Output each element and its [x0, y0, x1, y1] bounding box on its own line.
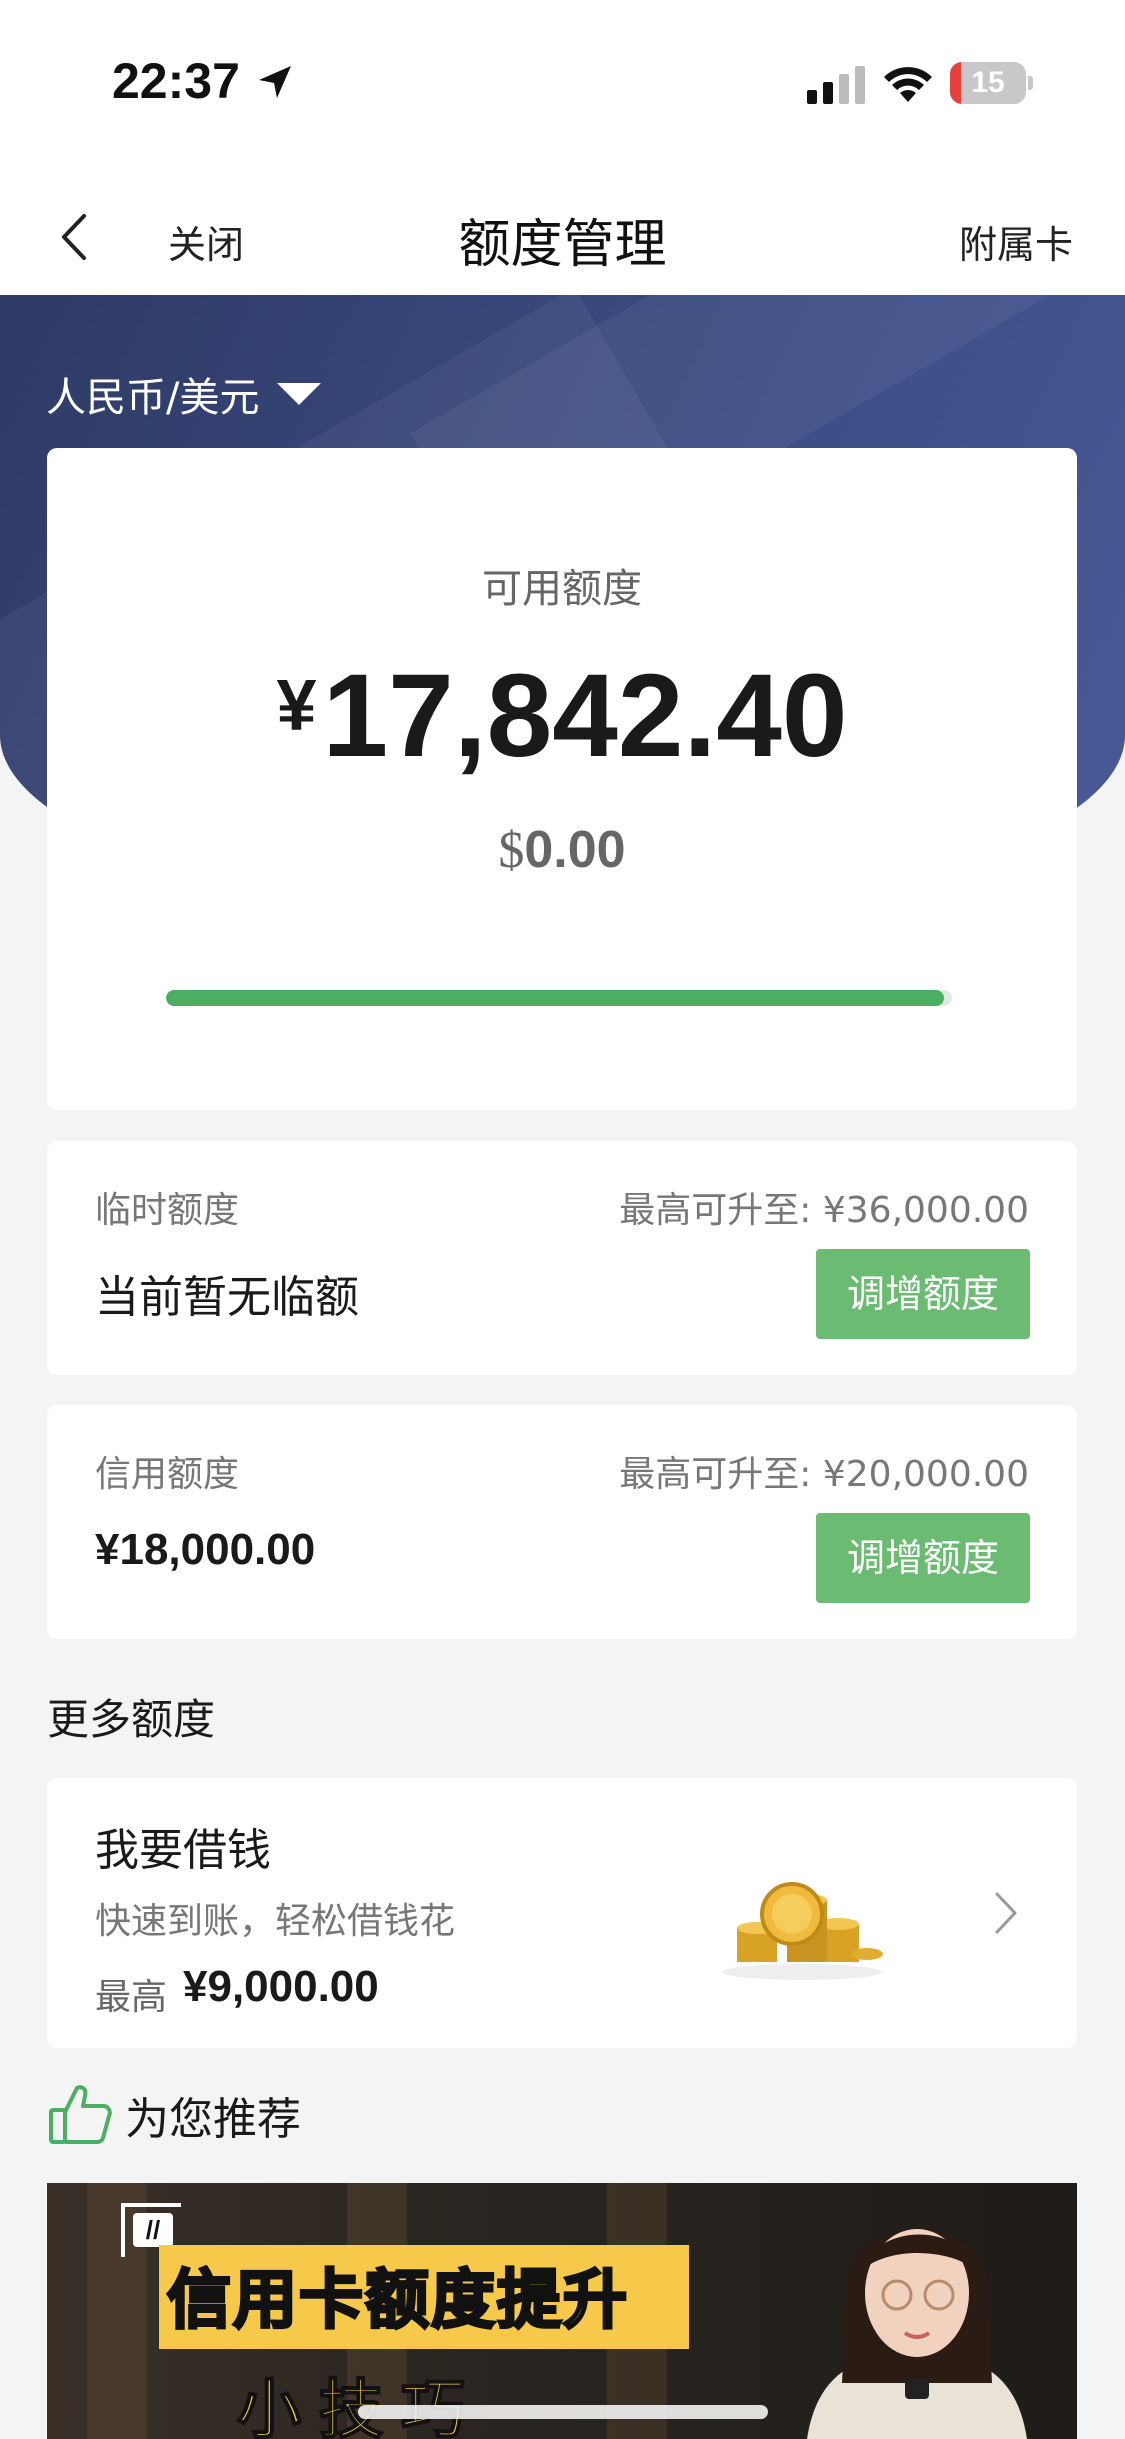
raise-credit-limit-button[interactable]: 调增额度 — [816, 1513, 1030, 1603]
currency-selector[interactable]: 人民币/美元 — [46, 365, 322, 423]
banner-logo-icon: // — [133, 2213, 173, 2247]
recommend-title: 为您推荐 — [125, 2094, 301, 2145]
available-usd-amount: $0.00 — [47, 820, 1077, 880]
temp-limit-value: 当前暂无临额 — [95, 1272, 359, 1323]
thumbs-up-icon — [49, 2085, 112, 2144]
battery-level: 15 — [971, 66, 1005, 99]
banner-headline: 信用卡额度提升 — [166, 2263, 629, 2340]
usd-value: 0.00 — [524, 821, 626, 879]
battery-body: 15 — [950, 62, 1026, 104]
limit-progress-bar — [166, 990, 952, 1006]
presenter-image — [807, 2229, 1027, 2439]
gold-coins-icon — [722, 1882, 883, 1980]
currency-selector-label: 人民币/美元 — [46, 375, 260, 421]
available-limit-label: 可用额度 — [482, 566, 642, 612]
recommend-header: 为您推荐 — [47, 2082, 301, 2148]
cny-symbol: ¥ — [276, 666, 317, 746]
credit-limit-label: 信用额度 — [95, 1454, 240, 1495]
available-limit-card: 可用额度 ¥17,842.40 $0.00 — [47, 448, 1077, 1110]
caret-down-icon — [277, 383, 322, 405]
credit-limit-card: 信用额度 最高可升至: ¥20,000.00 ¥18,000.00 调增额度 — [47, 1405, 1077, 1639]
credit-limit-value: ¥18,000.00 — [95, 1525, 316, 1574]
usd-symbol: $ — [498, 822, 525, 879]
nav-bar: 关闭 额度管理 附属卡 — [0, 170, 1125, 295]
cellular-signal-icon — [807, 66, 865, 104]
banner-subline: 小技巧 — [236, 2359, 483, 2439]
battery-icon: 15 — [950, 62, 1033, 104]
loan-max-label: 最高 — [95, 1977, 168, 2018]
location-arrow-icon — [259, 66, 291, 98]
status-time: 22:37 — [112, 53, 240, 109]
loan-card[interactable]: 我要借钱 快速到账，轻松借钱花 最高 ¥9,000.00 — [47, 1778, 1077, 2048]
chevron-right-icon — [995, 1892, 1017, 1934]
temp-limit-card: 临时额度 最高可升至: ¥36,000.00 当前暂无临额 调增额度 — [47, 1141, 1077, 1375]
sub-card-button[interactable]: 附属卡 — [959, 214, 1073, 269]
loan-description: 快速到账，轻松借钱花 — [95, 1901, 456, 1942]
raise-temp-limit-button[interactable]: 调增额度 — [816, 1249, 1030, 1339]
status-bar: 22:37 15 — [0, 0, 1125, 170]
credit-limit-max: 最高可升至: ¥20,000.00 — [619, 1454, 1029, 1495]
loan-max-value: ¥9,000.00 — [183, 1962, 379, 2011]
home-indicator — [358, 2405, 768, 2419]
cny-value: 17,842.40 — [322, 650, 848, 782]
loan-title: 我要借钱 — [95, 1825, 271, 1876]
available-cny-amount: ¥17,842.40 — [47, 648, 1077, 784]
temp-limit-max: 最高可升至: ¥36,000.00 — [619, 1190, 1029, 1231]
wifi-icon — [884, 67, 932, 102]
recommend-banner[interactable]: // 信用卡额度提升 小技巧 — [47, 2183, 1077, 2439]
battery-nub — [1028, 76, 1033, 90]
temp-limit-label: 临时额度 — [95, 1190, 240, 1231]
more-limits-title: 更多额度 — [47, 1695, 216, 1744]
limit-progress-fill — [166, 990, 945, 1006]
page-title: 额度管理 — [458, 215, 667, 275]
